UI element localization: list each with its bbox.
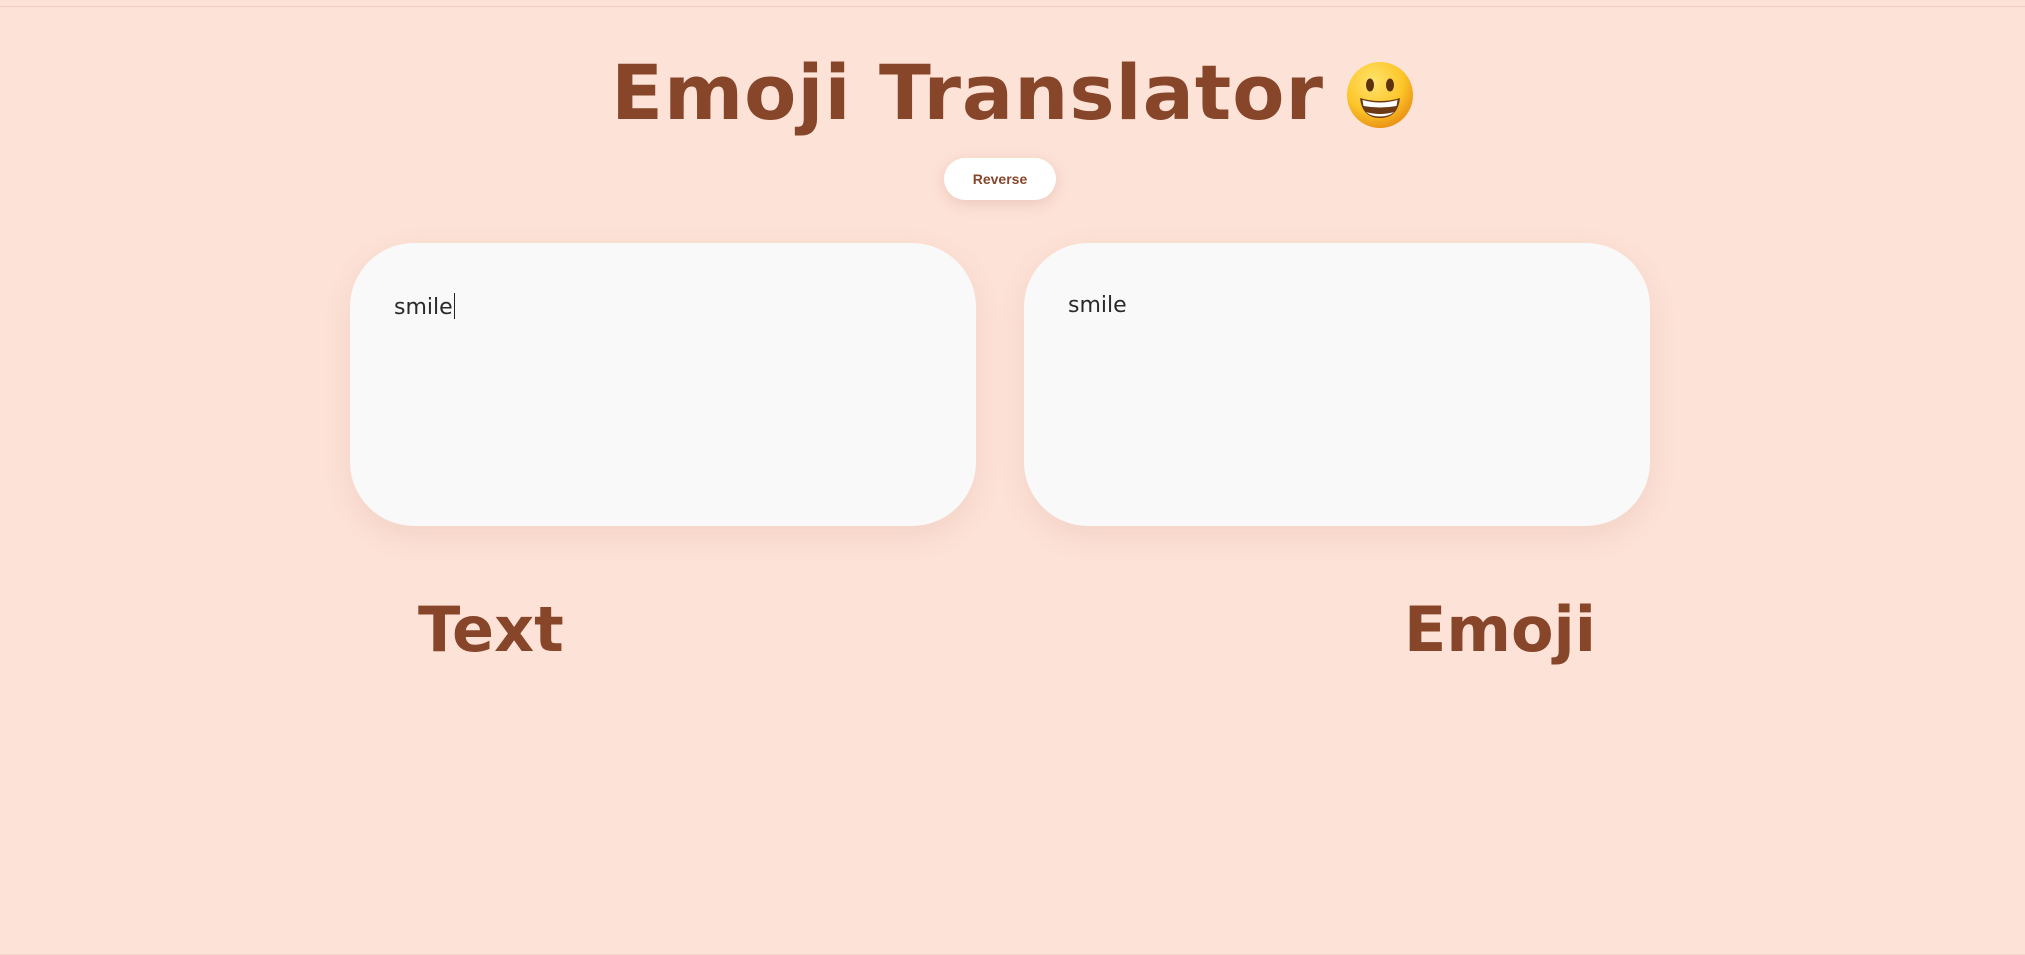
top-divider [0,6,2025,7]
emoji-output-field: smile [1068,293,1127,318]
emoji-output-panel: smile [1024,243,1650,526]
page-title: Emoji Translator [611,48,1324,138]
reverse-button[interactable]: Reverse [944,158,1056,200]
text-input-panel[interactable]: smile [350,243,976,526]
text-input-field[interactable]: smile [394,293,456,320]
emoji-output-value: smile [1068,293,1127,318]
grinning-face-icon [1346,61,1414,129]
text-panel-label: Text [418,593,564,666]
text-cursor [453,293,456,319]
text-input-value: smile [394,295,453,320]
page-title-text: Emoji Translator [611,48,1324,137]
page-header: Emoji Translator [0,48,2025,138]
emoji-panel-label: Emoji [1404,593,1597,666]
